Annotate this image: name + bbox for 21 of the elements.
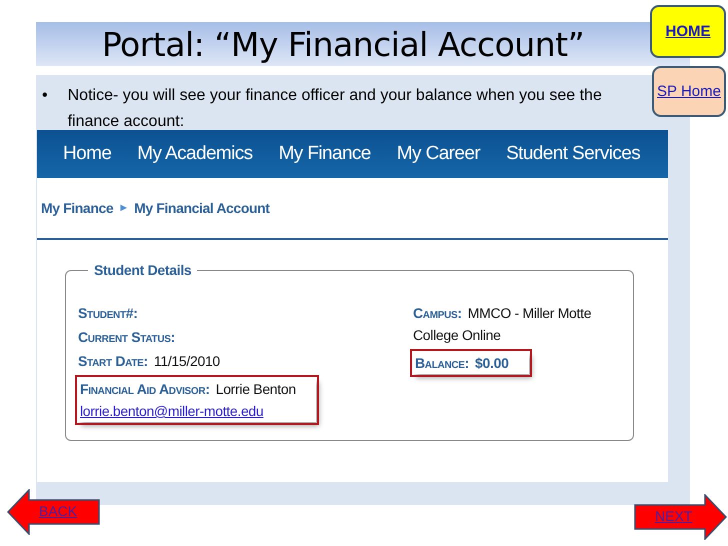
detail-field: Campus: MMCO - Miller Motte College Online: [413, 302, 613, 346]
panel-legend: Student Details: [88, 262, 198, 278]
breadcrumb-separator: ►: [118, 202, 130, 214]
bullet-marker: •: [42, 86, 48, 106]
email-link[interactable]: lorrie.benton@miller-motte.edu: [80, 400, 296, 422]
home-button[interactable]: HOME: [650, 5, 726, 58]
detail-field: Start Date: 11/15/2010: [78, 350, 413, 372]
nav-link[interactable]: My Finance: [278, 143, 371, 165]
highlighted-field: Balance: $0.00: [413, 352, 529, 374]
detail-field: Student#:: [78, 302, 413, 324]
highlighted-field: Financial Aid Advisor: Lorrie Benton lorrie.benton@miller-motte.edu: [78, 378, 316, 422]
detail-field: Current Status:: [78, 326, 413, 348]
breadcrumb-link[interactable]: My Finance: [41, 200, 114, 216]
nav-link[interactable]: My Career: [396, 143, 480, 165]
slide-title: Portal: “My Financial Account”: [102, 24, 584, 64]
nav-link[interactable]: Student Services: [506, 143, 640, 165]
breadcrumb-link[interactable]: My Financial Account: [134, 200, 270, 216]
nav-link[interactable]: Home: [63, 143, 112, 165]
bullet-text: Notice- you will see your finance officer and your balance when you see the finance account:: [68, 86, 603, 130]
sp-home-button[interactable]: SP Home: [652, 66, 726, 117]
nav-link[interactable]: My Academics: [137, 143, 253, 165]
